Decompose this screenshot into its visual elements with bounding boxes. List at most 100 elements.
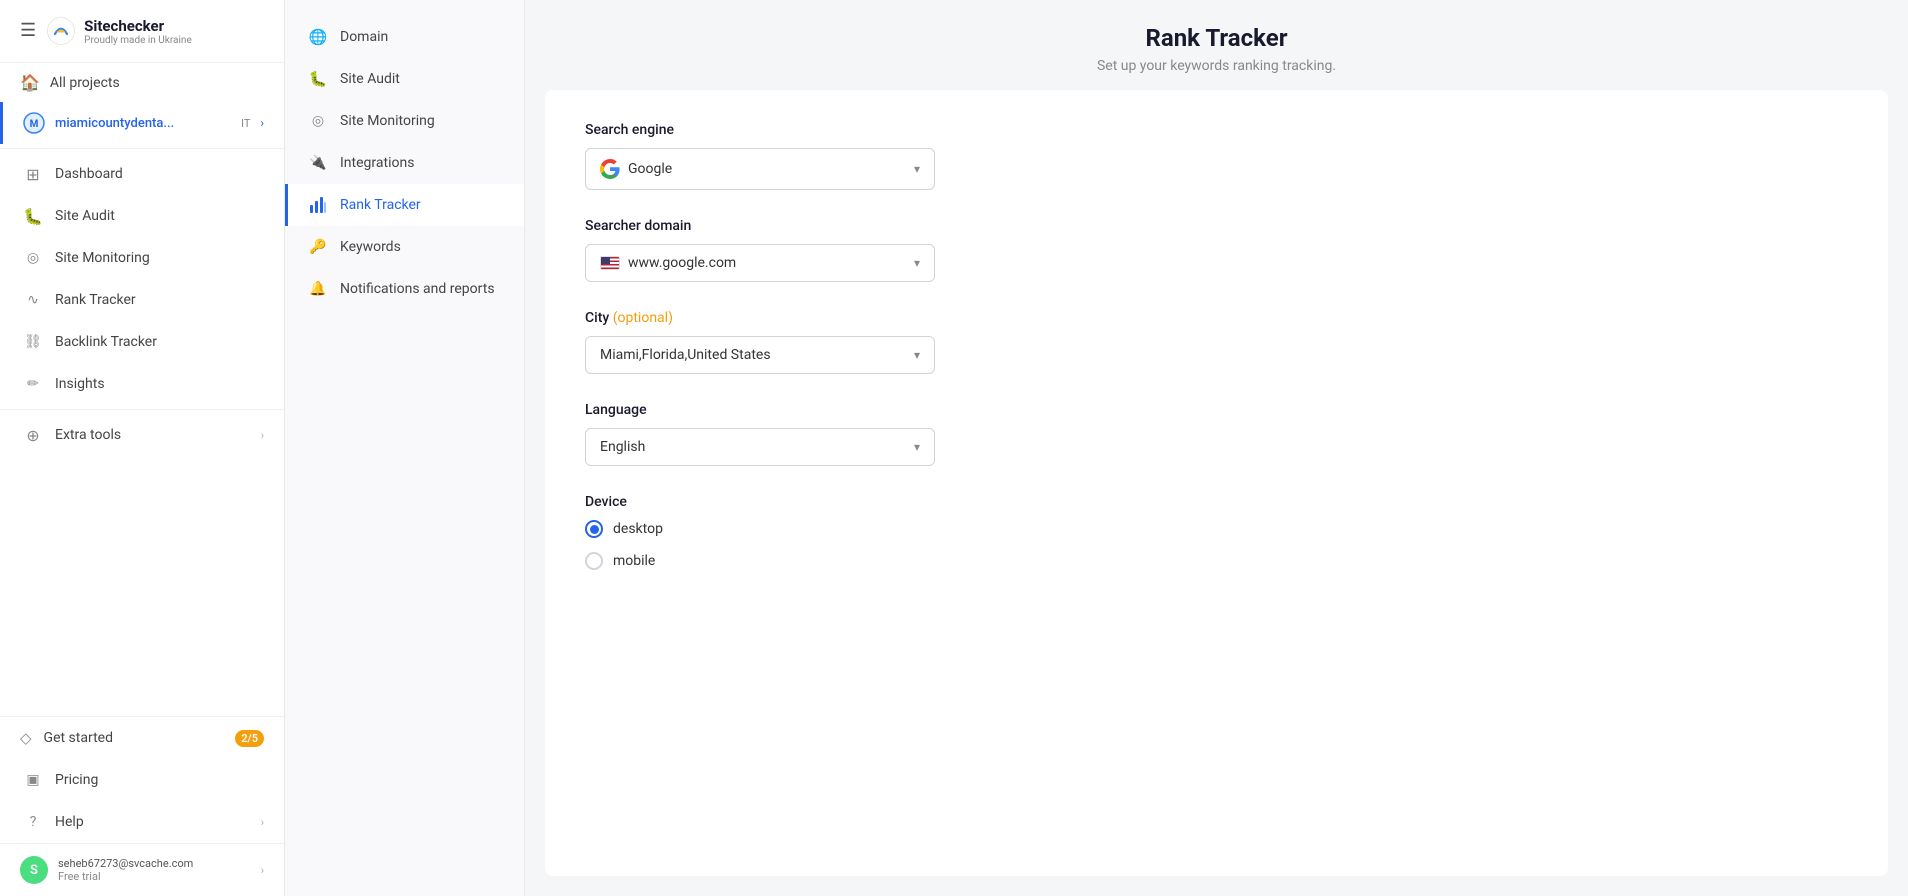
city-optional-label: (optional) [613, 310, 673, 326]
sidebar-item-label: Insights [55, 376, 264, 392]
sidebar-item-label: Backlink Tracker [55, 334, 264, 350]
key-icon: 🔑 [308, 237, 328, 257]
dashboard-icon: ⊞ [23, 164, 43, 184]
sidebar-item-backlink-tracker[interactable]: ⛓ Backlink Tracker [0, 321, 284, 363]
searcher-domain-select-inner: www.google.com [600, 255, 736, 271]
form-card: Search engine Google ▾ Searcher domain [545, 90, 1888, 876]
searcher-domain-select[interactable]: www.google.com ▾ [585, 244, 935, 282]
sidebar-bottom: ◇ Get started 2/5 ▣ Pricing ? Help › S s… [0, 716, 284, 896]
search-engine-label: Search engine [585, 122, 1848, 138]
language-label: Language [585, 402, 1848, 418]
subnav-label: Rank Tracker [340, 197, 421, 213]
bell-icon: 🔔 [308, 279, 328, 299]
device-section: Device desktop mobile [585, 494, 1848, 570]
page-subtitle: Set up your keywords ranking tracking. [545, 58, 1888, 74]
sidebar-item-insights[interactable]: ✏ Insights [0, 363, 284, 405]
project-logo-icon: M [23, 112, 45, 134]
project-badge: IT [241, 117, 250, 130]
language-select[interactable]: English ▾ [585, 428, 935, 466]
google-g-icon [600, 159, 620, 179]
device-option-desktop[interactable]: desktop [585, 520, 1848, 538]
pricing-icon: ▣ [23, 770, 43, 790]
link-icon: ⛓ [23, 332, 43, 352]
sidebar-header: ☰ Sitechecker Proudly made in Ukraine [0, 0, 284, 63]
subnav-item-site-monitoring[interactable]: ◎ Site Monitoring [285, 100, 524, 142]
radio-desktop-inner [590, 525, 599, 534]
sidebar-item-pricing[interactable]: ▣ Pricing [0, 759, 284, 801]
all-projects-link[interactable]: 🏠 All projects [0, 63, 284, 102]
chevron-down-icon: ▾ [914, 348, 920, 362]
city-label: City (optional) [585, 310, 1848, 326]
city-select[interactable]: Miami,Florida,United States ▾ [585, 336, 935, 374]
hamburger-icon[interactable]: ☰ [20, 22, 36, 40]
sidebar-item-rank-tracker[interactable]: ∿ Rank Tracker [0, 279, 284, 321]
wand-icon: ✏ [23, 374, 43, 394]
logo-icon [46, 16, 76, 46]
city-select-inner: Miami,Florida,United States [600, 347, 771, 363]
bug-icon: 🐛 [23, 206, 43, 226]
all-projects-label: All projects [50, 75, 120, 91]
rank-tracker-icon [308, 195, 328, 215]
city-value: Miami,Florida,United States [600, 347, 771, 363]
subnav-item-integrations[interactable]: 🔌 Integrations [285, 142, 524, 184]
subnav-label: Site Audit [340, 71, 400, 87]
language-value: English [600, 439, 645, 455]
extra-tools-label: Extra tools [55, 427, 249, 443]
bug-icon: 🐛 [308, 69, 328, 89]
subnav-label: Notifications and reports [340, 281, 495, 297]
device-label: Device [585, 494, 1848, 510]
device-desktop-label: desktop [613, 521, 663, 537]
subnav-label: Integrations [340, 155, 414, 171]
logo-text: Sitechecker Proudly made in Ukraine [84, 17, 192, 46]
monitor-icon: ◎ [308, 111, 328, 131]
chevron-down-icon: ▾ [914, 440, 920, 454]
get-started-label: Get started [44, 730, 113, 746]
help-label: Help [55, 814, 249, 830]
user-plan: Free trial [58, 870, 251, 883]
subnav-item-notifications-reports[interactable]: 🔔 Notifications and reports [285, 268, 524, 310]
user-profile[interactable]: S seheb67273@svcache.com Free trial › [0, 843, 284, 896]
page-header: Rank Tracker Set up your keywords rankin… [525, 0, 1908, 90]
device-option-mobile[interactable]: mobile [585, 552, 1848, 570]
get-started-item[interactable]: ◇ Get started 2/5 [0, 717, 284, 759]
subnav-item-keywords[interactable]: 🔑 Keywords [285, 226, 524, 268]
subnav-item-domain[interactable]: 🌐 Domain [285, 16, 524, 58]
globe-icon: 🌐 [308, 27, 328, 47]
subnav-label: Keywords [340, 239, 401, 255]
app-name: Sitechecker [84, 17, 192, 35]
user-info: seheb67273@svcache.com Free trial [58, 857, 251, 883]
sidebar-item-dashboard[interactable]: ⊞ Dashboard [0, 153, 284, 195]
svg-text:M: M [30, 119, 39, 130]
plug-icon: 🔌 [308, 153, 328, 173]
main-content: Rank Tracker Set up your keywords rankin… [525, 0, 1908, 896]
app-tagline: Proudly made in Ukraine [84, 35, 192, 46]
logo-area: Sitechecker Proudly made in Ukraine [46, 16, 192, 46]
language-select-inner: English [600, 439, 645, 455]
chart-icon: ∿ [23, 290, 43, 310]
sidebar-item-label: Site Monitoring [55, 250, 264, 266]
radio-mobile-outer [585, 552, 603, 570]
sidebar-item-help[interactable]: ? Help › [0, 801, 284, 843]
help-icon: ? [23, 812, 43, 832]
nav-divider [0, 148, 284, 149]
searcher-domain-section: Searcher domain www.google.com ▾ [585, 218, 1848, 282]
search-engine-select[interactable]: Google ▾ [585, 148, 935, 190]
home-icon: 🏠 [20, 73, 40, 92]
language-section: Language English ▾ [585, 402, 1848, 466]
sidebar: ☰ Sitechecker Proudly made in Ukraine 🏠 … [0, 0, 285, 896]
search-engine-select-inner: Google [600, 159, 672, 179]
get-started-badge: 2/5 [235, 730, 264, 747]
pricing-label: Pricing [55, 772, 264, 788]
sidebar-item-site-monitoring[interactable]: ◎ Site Monitoring [0, 237, 284, 279]
subnav-label: Site Monitoring [340, 113, 435, 129]
subnav: 🌐 Domain 🐛 Site Audit ◎ Site Monitoring … [285, 0, 525, 896]
project-arrow-icon: › [260, 116, 264, 130]
sidebar-item-extra-tools[interactable]: ⊕ Extra tools › [0, 414, 284, 456]
subnav-item-site-audit[interactable]: 🐛 Site Audit [285, 58, 524, 100]
sidebar-item-label: Rank Tracker [55, 292, 264, 308]
sidebar-item-site-audit[interactable]: 🐛 Site Audit [0, 195, 284, 237]
active-project[interactable]: M miamicountydenta... IT › [0, 102, 284, 144]
subnav-item-rank-tracker[interactable]: Rank Tracker [285, 184, 524, 226]
user-email: seheb67273@svcache.com [58, 857, 251, 870]
flag-us-icon [600, 256, 620, 270]
